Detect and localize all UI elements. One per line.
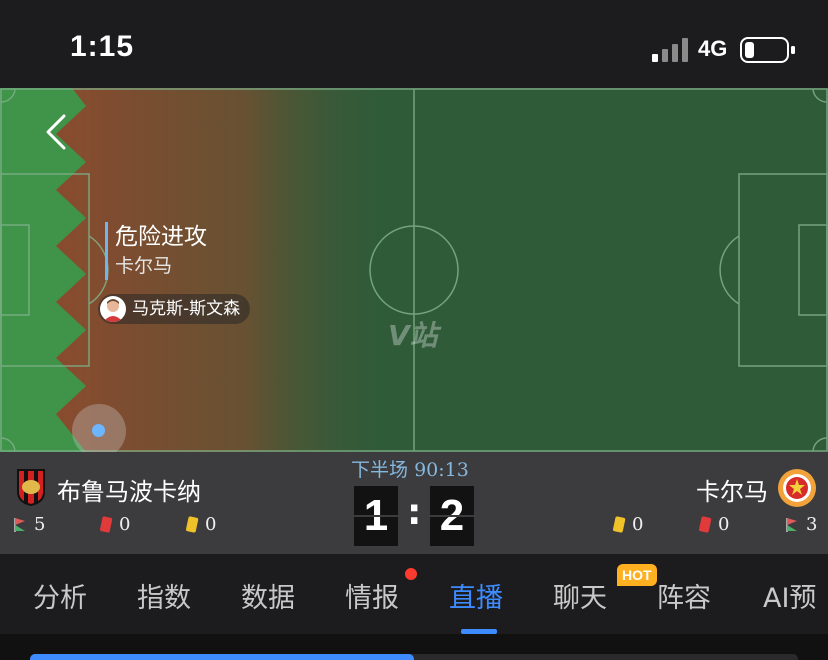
player-avatar	[100, 296, 126, 322]
status-bar: 1:15 4G	[0, 0, 828, 88]
progress-track	[30, 654, 798, 660]
away-yellow-cards-count: 0	[632, 514, 644, 535]
away-red-cards: 0	[698, 514, 729, 535]
home-red-cards-count: 0	[119, 514, 131, 535]
away-team-name[interactable]: 卡尔马	[696, 472, 768, 507]
away-red-cards-count: 0	[718, 514, 730, 535]
home-corners: 5	[12, 514, 45, 535]
yellow-card-icon	[613, 516, 626, 533]
red-card-icon	[699, 516, 712, 533]
tab-lineup[interactable]: 阵容	[657, 576, 711, 615]
player-chip[interactable]: 马克斯-斯文森	[98, 294, 251, 324]
player-name: 马克斯-斯文森	[132, 299, 241, 319]
away-team-logo	[778, 469, 816, 507]
score-separator: :	[407, 492, 422, 533]
battery-icon	[740, 37, 795, 63]
ball-position	[72, 404, 126, 458]
back-icon[interactable]	[40, 112, 76, 152]
tab-ai-prediction[interactable]: AI预	[763, 576, 816, 615]
corner-flag-icon	[14, 518, 25, 532]
corner-flag-icon	[786, 518, 797, 532]
network-type: 4G	[698, 36, 728, 61]
home-yellow-cards: 0	[185, 514, 216, 535]
progress-fill	[30, 654, 414, 660]
tab-live[interactable]: 直播	[449, 576, 503, 615]
home-team-name[interactable]: 布鲁马波卡纳	[57, 472, 201, 507]
home-yellow-cards-count: 0	[205, 514, 217, 535]
signal-icon	[652, 38, 688, 62]
home-red-cards: 0	[99, 514, 130, 535]
ball-icon	[92, 424, 105, 437]
home-score: 1	[354, 486, 398, 546]
home-team-logo	[17, 469, 45, 506]
event-callout: 危险进攻 卡尔马	[105, 222, 207, 280]
away-corners: 3	[784, 514, 817, 535]
watermark: V站	[388, 319, 438, 352]
away-yellow-cards: 0	[612, 514, 643, 535]
tab-odds[interactable]: 指数	[137, 576, 191, 615]
match-clock: 90:13	[414, 459, 469, 481]
match-live-screen: 1:15 4G 危险进攻 卡尔马 马克斯-斯文森 V站 布鲁马波卡纳 下半场 9…	[0, 0, 828, 660]
tab-data[interactable]: 数据	[241, 576, 295, 615]
tab-analysis[interactable]: 分析	[33, 576, 87, 615]
scoreboard: 布鲁马波卡纳 下半场 90:13 1 : 2 卡尔马 5 0 0 0 0 3	[0, 452, 828, 554]
tab-bar: 分析 指数 数据 情报 直播 聊天 HOT 阵容 AI预	[0, 554, 828, 634]
away-score: 2	[430, 486, 474, 546]
home-corners-count: 5	[34, 514, 46, 535]
event-title: 危险进攻	[115, 224, 207, 250]
player-face-icon	[103, 299, 123, 322]
red-card-icon	[100, 516, 113, 533]
status-time: 1:15	[70, 30, 135, 63]
tab-intel[interactable]: 情报	[345, 576, 399, 615]
hot-badge: HOT	[617, 564, 657, 586]
match-period: 下半场 90:13	[351, 455, 469, 482]
away-corners-count: 3	[806, 514, 818, 535]
notification-dot	[405, 568, 417, 580]
tab-chat[interactable]: 聊天	[553, 576, 607, 615]
event-team: 卡尔马	[115, 255, 173, 277]
yellow-card-icon	[186, 516, 199, 533]
period-label: 下半场	[351, 459, 409, 481]
